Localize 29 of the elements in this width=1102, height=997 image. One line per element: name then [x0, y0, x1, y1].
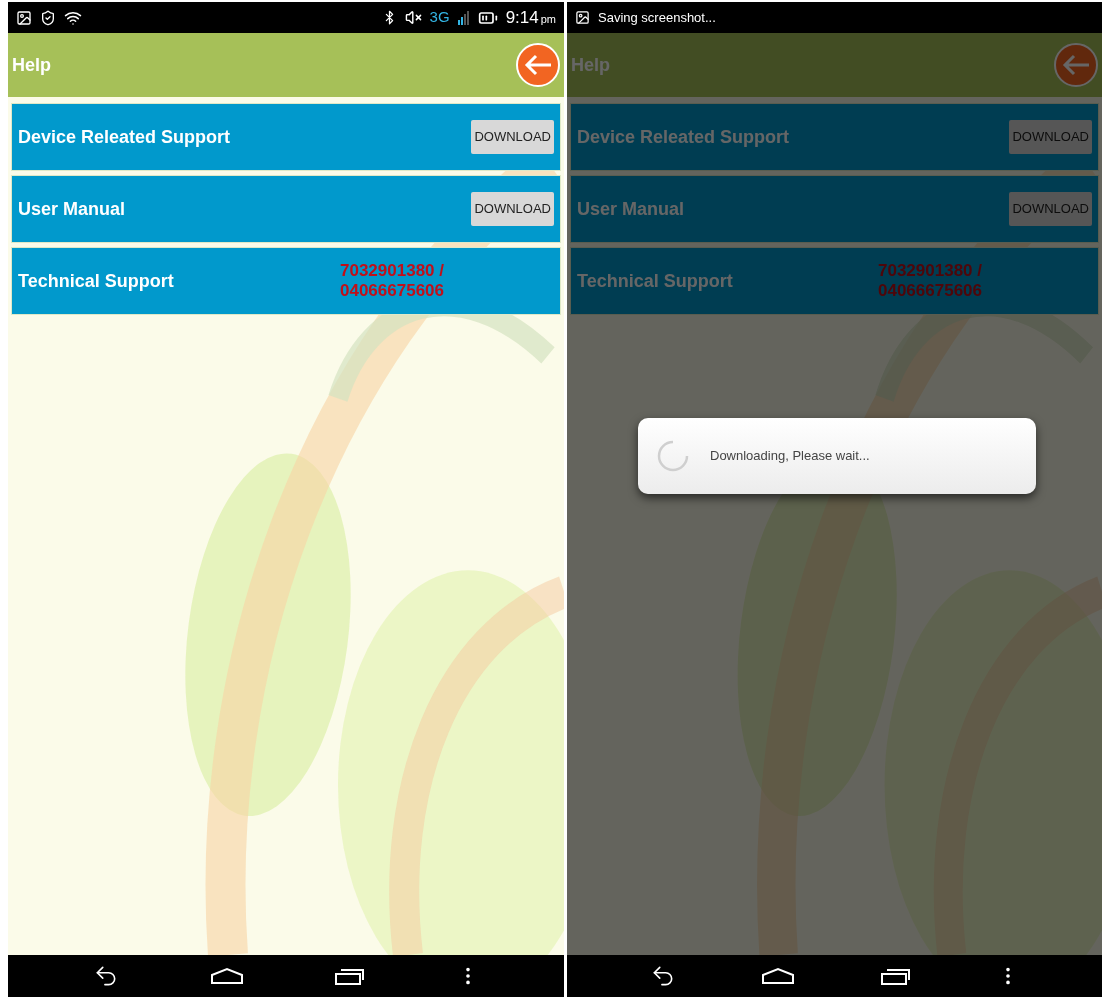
muted-speaker-icon: [404, 9, 422, 26]
recents-icon[interactable]: [880, 966, 913, 986]
image-icon: [16, 9, 32, 26]
section-title: User Manual: [577, 197, 686, 221]
screen-title: Help: [571, 53, 611, 77]
back-arrow-button[interactable]: [516, 43, 560, 87]
section-title: User Manual: [18, 197, 127, 221]
download-button[interactable]: DOWNLOAD: [471, 120, 554, 154]
image-icon: [575, 10, 590, 25]
notification-text: Saving screenshot...: [598, 8, 716, 27]
network-type: 3G: [429, 7, 450, 28]
loading-spinner-icon: [656, 439, 690, 473]
phone-number: 7032901380 / 04066675606: [340, 261, 445, 301]
download-button[interactable]: DOWNLOAD: [471, 192, 554, 226]
section-title: Device Releated Support: [18, 125, 232, 149]
section-title: Technical Support: [577, 269, 734, 293]
home-icon[interactable]: [209, 967, 244, 985]
dialog-message: Downloading, Please wait...: [710, 447, 870, 466]
shield-icon: [40, 9, 56, 26]
signal-icon: [457, 10, 470, 25]
phone-number: 7032901380 / 04066675606: [878, 261, 983, 301]
left-arrow-icon: [523, 53, 553, 77]
clock: 9:14pm: [505, 6, 556, 29]
section-title: Device Releated Support: [577, 125, 791, 149]
home-icon[interactable]: [760, 967, 795, 985]
screen-title: Help: [12, 53, 52, 77]
left-arrow-icon: [1061, 53, 1091, 77]
section-title: Technical Support: [18, 269, 175, 293]
recents-icon[interactable]: [334, 966, 367, 986]
